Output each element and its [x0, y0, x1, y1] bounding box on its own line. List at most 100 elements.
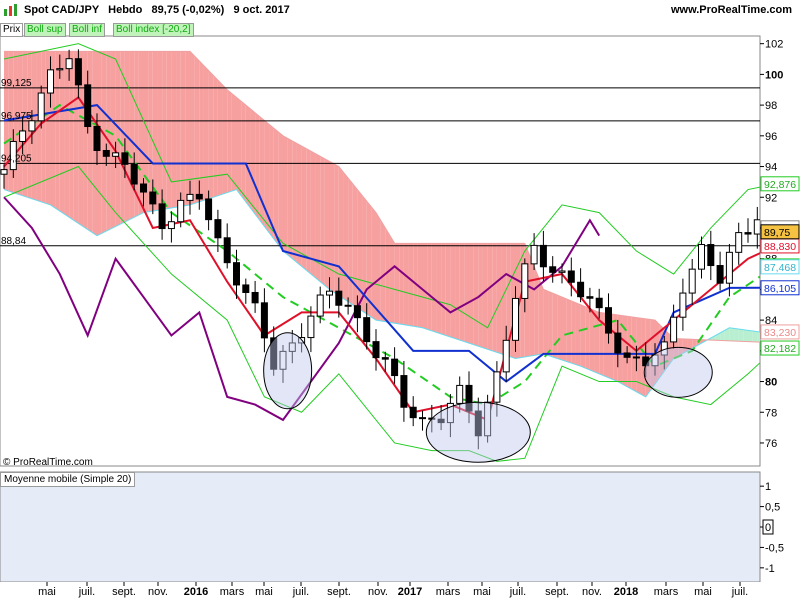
x-tick-label: 2016	[184, 586, 208, 598]
cloud-segment	[199, 60, 204, 202]
y-tick-label: 98	[765, 100, 777, 112]
cloud-segment	[236, 97, 242, 196]
cloud-segment	[380, 220, 386, 322]
indicator-panel[interactable]: 1 0,5 0 -0,5 -1	[0, 471, 784, 583]
cloud-segment	[273, 128, 279, 245]
cloud-segment	[748, 330, 753, 342]
cloud-segment	[255, 112, 260, 221]
candle-body	[37, 92, 45, 122]
x-tick-label: 2017	[398, 586, 422, 598]
candle-body	[605, 307, 612, 334]
candle-body	[623, 352, 631, 358]
cloud-segment	[445, 243, 451, 337]
price-badge-label: 87,468	[764, 262, 796, 274]
candle-body	[307, 315, 315, 339]
x-tick-label: mars	[654, 586, 679, 598]
tab-boll-inf[interactable]: Boll inf	[69, 23, 106, 37]
x-tick-label: sept.	[545, 586, 569, 598]
chart-area[interactable]: + 99,12596,97594,20588,84 76788082848688…	[0, 21, 800, 600]
cloud-segment	[110, 51, 116, 229]
indicator-panel-label[interactable]: Moyenne mobile (Simple 20)	[0, 472, 136, 487]
candle-body	[753, 219, 760, 235]
cloud-segment	[496, 243, 502, 354]
candle-body	[56, 68, 64, 71]
cloud-segment	[585, 306, 590, 371]
copyright: © ProRealTime.com	[3, 457, 93, 468]
cloud-segment	[589, 308, 595, 372]
cloud-segment	[329, 161, 335, 293]
candle-body	[205, 198, 213, 221]
cloud-segment	[538, 277, 544, 355]
cloud-segment	[575, 302, 581, 367]
indicator-y-axis: 1 0,5 0 -0,5 -1	[760, 481, 784, 575]
cloud-segment	[408, 243, 414, 327]
candle-body	[614, 332, 622, 354]
highlight-ellipse[interactable]	[643, 346, 713, 398]
chart-title: Spot CAD/JPY Hebdo 89,75 (-0,02%) 9 oct.…	[24, 4, 290, 16]
cloud-segment	[422, 243, 428, 330]
candle-body	[372, 341, 380, 359]
cloud-segment	[101, 51, 107, 234]
title-bar: Spot CAD/JPY Hebdo 89,75 (-0,02%) 9 oct.…	[0, 0, 800, 21]
indicator-tick-label: 0,5	[765, 502, 780, 514]
candle-body	[549, 266, 557, 273]
price-panel[interactable]: + 99,12596,97594,20588,84	[0, 35, 800, 467]
cloud-segment	[231, 93, 237, 192]
candle-body	[577, 281, 585, 298]
cloud-segment	[157, 51, 163, 211]
candle-body	[595, 297, 603, 309]
cloud-segment	[222, 84, 228, 195]
cloud-segment	[548, 291, 553, 357]
candle-body	[744, 232, 752, 235]
y-tick-label: 102	[765, 39, 783, 51]
candle-body	[158, 203, 166, 230]
site-url[interactable]: www.ProRealTime.com	[671, 4, 792, 16]
candle-body	[558, 270, 566, 273]
cloud-segment	[403, 243, 409, 326]
x-tick-label: sept.	[327, 586, 351, 598]
candle-body	[84, 84, 92, 128]
cloud-segment	[343, 172, 349, 302]
cloud-segment	[389, 235, 395, 324]
cloud-segment	[283, 135, 288, 255]
cloud-segment	[455, 243, 460, 341]
tab-boll-index[interactable]: Boll index [-20,2]	[113, 23, 194, 37]
cloud-segment	[492, 243, 497, 353]
highlight-ellipse[interactable]	[425, 401, 531, 463]
candle-body	[260, 302, 268, 339]
highlight-ellipse[interactable]	[263, 332, 313, 410]
cloud-segment	[87, 51, 93, 233]
indicator-tick-label: 0	[765, 522, 771, 534]
candle-body	[223, 237, 231, 264]
x-tick-label: juil.	[292, 586, 310, 598]
cloud-segment	[59, 51, 65, 215]
cloud-segment	[8, 51, 14, 193]
candle-body	[735, 232, 743, 253]
candle-body	[521, 263, 529, 299]
tab-prix[interactable]: Prix	[0, 23, 24, 37]
cloud-segment	[580, 304, 586, 369]
cloud-segment	[520, 243, 525, 358]
x-tick-label: nov.	[148, 586, 168, 598]
tab-boll-sup[interactable]: Boll sup	[24, 23, 66, 37]
cloud-segment	[436, 243, 442, 334]
candle-body	[112, 152, 120, 157]
price-badge-label: 92,876	[764, 179, 796, 191]
candle-body	[335, 290, 343, 306]
indicator-panel-background	[0, 471, 761, 583]
candle-body	[707, 244, 715, 267]
price-badge-label: 83,230	[764, 327, 796, 339]
cloud-segment	[296, 143, 302, 267]
candle-body	[688, 268, 696, 294]
price-badge-label: 89,75	[764, 227, 790, 239]
cloud-segment	[501, 243, 507, 356]
candle-body	[539, 244, 547, 268]
level-label: 94,205	[1, 153, 32, 164]
x-tick-label: juil.	[509, 586, 527, 598]
candle-body	[102, 150, 110, 157]
candle-body	[716, 265, 724, 284]
cloud-segment	[171, 51, 177, 208]
cloud-segment	[194, 56, 200, 204]
x-tick-label: juil.	[731, 586, 749, 598]
x-tick-label: mars	[220, 586, 245, 598]
